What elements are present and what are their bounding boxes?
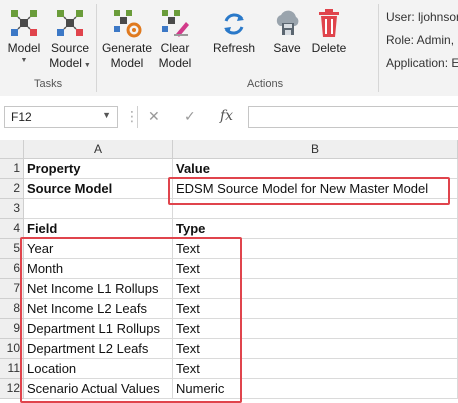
chevron-down-icon: ▼ (81, 62, 91, 69)
cell-b[interactable]: EDSM Source Model for New Master Model (173, 179, 458, 199)
user-application: Application: E (386, 56, 458, 70)
clear-model-label-2: Model (158, 56, 192, 70)
cell-b[interactable]: Text (173, 279, 458, 299)
cell-b[interactable] (173, 199, 458, 219)
model-label: Model (7, 41, 41, 55)
save-label: Save (273, 41, 301, 55)
divider (137, 106, 138, 128)
row-header[interactable]: 5 (0, 239, 24, 259)
function-icon[interactable]: fx (220, 108, 233, 124)
user-name: User: ljohnsor (386, 10, 458, 24)
generate-model-label-2: Model (110, 56, 144, 70)
model-button[interactable]: Model ▼ (4, 4, 44, 66)
model-hierarchy-icon (11, 10, 37, 36)
row-header[interactable]: 3 (0, 199, 24, 219)
cell-b[interactable]: Text (173, 239, 458, 259)
cell-a[interactable]: Year (24, 239, 173, 259)
cell-b[interactable]: Type (173, 219, 458, 239)
enter-icon[interactable]: ✓ (184, 108, 196, 125)
name-box-value: F12 (11, 110, 32, 124)
cell-a[interactable] (24, 199, 173, 219)
cell-a[interactable]: Scenario Actual Values (24, 379, 173, 399)
generate-model-button[interactable]: Generate Model (100, 4, 154, 71)
row-header[interactable]: 6 (0, 259, 24, 279)
cell-b[interactable]: Numeric (173, 379, 458, 399)
group-label-actions: Actions (247, 78, 284, 90)
refresh-icon (224, 13, 244, 35)
clear-model-icon (162, 10, 189, 37)
cell-b[interactable]: Text (173, 319, 458, 339)
clear-model-label-1: Clear (160, 41, 190, 55)
trash-icon (319, 9, 339, 37)
cell-a[interactable]: Department L2 Leafs (24, 339, 173, 359)
column-header-b[interactable]: B (173, 140, 458, 159)
source-model-button[interactable]: Source Model ▼ (46, 4, 94, 73)
clear-model-button[interactable]: Clear Model (154, 4, 196, 71)
save-button[interactable]: Save (270, 4, 304, 56)
row-header[interactable]: 1 (0, 159, 24, 179)
cancel-icon[interactable]: ✕ (148, 108, 160, 125)
row-header[interactable]: 7 (0, 279, 24, 299)
row-header[interactable]: 10 (0, 339, 24, 359)
generate-model-icon (114, 10, 142, 38)
cell-a[interactable]: Month (24, 259, 173, 279)
cell-b[interactable]: Text (173, 359, 458, 379)
refresh-label: Refresh (212, 41, 256, 55)
chevron-down-icon: ▼ (102, 110, 111, 120)
row-header[interactable]: 4 (0, 219, 24, 239)
cloud-save-icon (276, 10, 299, 35)
source-model-label-2: Model (49, 56, 82, 70)
cell-a[interactable]: Source Model (24, 179, 173, 199)
cell-b[interactable]: Text (173, 259, 458, 279)
user-role: Role: Admin, ( (386, 33, 458, 47)
row-header[interactable]: 11 (0, 359, 24, 379)
cell-a[interactable]: Net Income L1 Rollups (24, 279, 173, 299)
chevron-down-icon: ▼ (20, 57, 28, 64)
group-label-tasks: Tasks (34, 78, 63, 90)
refresh-button[interactable]: Refresh (211, 4, 257, 56)
delete-button[interactable]: Delete (308, 4, 350, 56)
ribbon: Model ▼ Source Model ▼ Tasks Generate Mo… (0, 0, 458, 97)
row-header[interactable]: 9 (0, 319, 24, 339)
name-box[interactable]: F12 ▼ (4, 106, 118, 128)
source-model-icon (57, 10, 83, 36)
cell-b[interactable]: Text (173, 339, 458, 359)
cell-b[interactable]: Text (173, 299, 458, 319)
cell-b[interactable]: Value (173, 159, 458, 179)
row-header[interactable]: 8 (0, 299, 24, 319)
delete-label: Delete (311, 41, 347, 55)
generate-model-label-1: Generate (101, 41, 153, 55)
cell-a[interactable]: Field (24, 219, 173, 239)
row-header[interactable]: 2 (0, 179, 24, 199)
group-divider (378, 4, 379, 92)
formula-bar: F12 ▼ ⋮ ✕ ✓ fx (0, 96, 458, 140)
cell-a[interactable]: Location (24, 359, 173, 379)
cell-a[interactable]: Property (24, 159, 173, 179)
formula-input[interactable] (248, 106, 458, 128)
cell-a[interactable]: Department L1 Rollups (24, 319, 173, 339)
source-model-label-1: Source (50, 41, 90, 55)
group-divider (96, 4, 97, 92)
column-header-a[interactable]: A (24, 140, 173, 159)
row-header[interactable]: 12 (0, 379, 24, 399)
cell-a[interactable]: Net Income L2 Leafs (24, 299, 173, 319)
select-all-corner[interactable] (0, 140, 24, 159)
